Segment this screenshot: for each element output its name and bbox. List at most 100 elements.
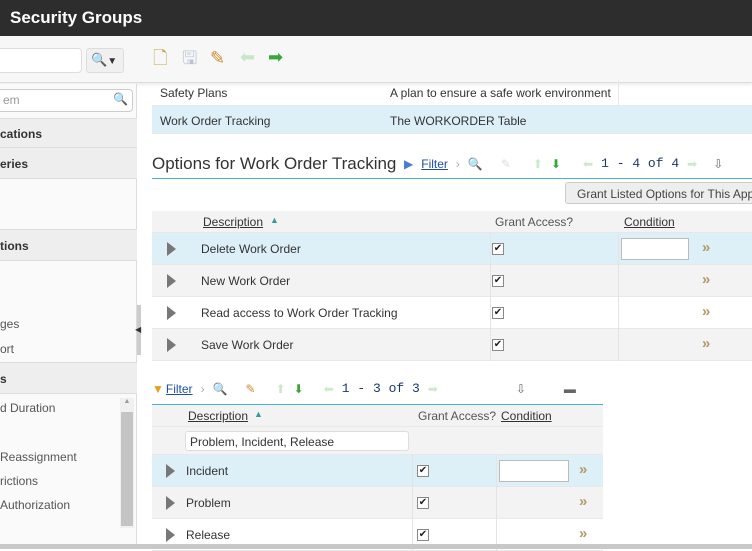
filter-toggle-icon[interactable]: ▼ [152,382,164,396]
grant-access-checkbox[interactable]: ✔ [492,275,504,287]
grant-access-checkbox[interactable]: ✔ [492,339,504,351]
arrow-down-icon[interactable]: ⬇ [294,382,304,396]
option-description: Delete Work Order [201,242,301,256]
sidebar-section[interactable]: eries [0,147,137,179]
horizontal-scrollbar[interactable] [0,544,752,549]
grant-access-checkbox[interactable]: ✔ [417,529,429,541]
description-header[interactable]: Description [203,215,263,229]
expand-row-icon[interactable] [166,464,175,478]
sidebar-item[interactable]: Authorization [0,498,70,512]
chevron-right-icon: › [455,156,460,171]
grant-access-checkbox[interactable]: ✔ [492,307,504,319]
sidebar-item[interactable]: rictions [0,474,38,488]
sidebar-collapse-handle[interactable]: ◀ [135,305,142,355]
expand-row-icon[interactable] [167,338,176,352]
app-description: The WORKORDER Table [390,114,527,128]
save-icon[interactable]: 🖫 [182,48,197,68]
table-row[interactable]: New Work Order ✔ » [152,265,752,297]
option-description: Incident [186,464,229,478]
condition-lookup-icon[interactable]: » [702,271,710,288]
sidebar-item[interactable]: Reassignment [0,450,77,464]
description-header[interactable]: Description [188,409,248,423]
sidebar-item[interactable]: ort [0,342,14,356]
option-description: New Work Order [201,274,291,288]
clear-filter-icon[interactable]: ✎ [246,382,256,396]
collapse-icon: ◀ [135,325,142,334]
sidebar-item[interactable]: ges [0,317,19,331]
condition-lookup-icon[interactable]: » [702,239,710,256]
table-header: Description ▲ Grant Access? Condition [152,405,603,427]
table-row[interactable]: Problem ✔ » [152,487,603,519]
table-row[interactable]: Save Work Order ✔ » [152,329,752,361]
clear-icon[interactable]: ✎ [210,48,225,68]
grant-access-checkbox[interactable]: ✔ [417,497,429,509]
search-icon: 🔍 [91,52,108,67]
scroll-up-icon[interactable]: ▲ [120,398,134,405]
sidebar-section[interactable]: cations [0,118,137,148]
table-row[interactable]: Safety Plans A plan to ensure a safe wor… [152,80,752,106]
expand-row-icon[interactable] [166,528,175,542]
new-icon[interactable]: 🗋 [153,48,167,68]
arrow-down-icon[interactable]: ⬇ [551,157,561,171]
download-icon[interactable]: ⇩ [713,157,723,171]
grant-header: Grant Access? [418,409,497,423]
minimize-icon[interactable]: ▬ [564,382,576,396]
condition-lookup-icon[interactable]: » [579,461,587,478]
sidebar-scrollbar[interactable]: ▲ [120,398,134,528]
chevron-down-icon: ▼ [107,56,118,67]
sidebar-item[interactable]: d Duration [0,401,55,415]
grant-access-checkbox[interactable]: ✔ [417,465,429,477]
condition-input[interactable] [621,238,689,260]
next-page-icon[interactable]: ➡ [687,157,697,171]
scrollbar-thumb[interactable] [121,412,133,526]
previous-icon[interactable]: ⬅ [240,47,255,67]
expand-row-icon[interactable] [166,496,175,510]
sort-ascending-icon[interactable]: ▲ [254,409,263,419]
search-icon[interactable]: 🔍 [213,382,228,396]
arrow-up-icon[interactable]: ⬆ [276,382,286,396]
option-description: Release [186,528,231,542]
table-row-selected[interactable]: Work Order Tracking The WORKORDER Table [152,106,752,134]
search-dropdown-button[interactable]: 🔍▼ [86,48,124,73]
sigoption-table-toolbar: ▼ Filter › 🔍 ✎ ⬆ ⬇ ⬅ 1 - 3 of 3 ➡ ⇩ ▬ [152,381,603,396]
filter-link[interactable]: Filter [166,382,193,396]
condition-lookup-icon[interactable]: » [579,493,587,510]
filter-toggle-icon[interactable]: ▶ [404,157,413,171]
search-icon[interactable]: 🔍 [468,157,483,171]
filter-link[interactable]: Filter [421,157,448,171]
previous-page-icon[interactable]: ⬅ [324,382,334,396]
previous-page-icon[interactable]: ⬅ [583,157,593,171]
condition-lookup-icon[interactable]: » [579,525,587,542]
option-description: Problem [186,496,231,510]
condition-lookup-icon[interactable]: » [702,303,710,320]
sidebar-section[interactable]: tions [0,229,137,261]
grant-access-checkbox[interactable]: ✔ [492,243,504,255]
next-icon[interactable]: ➡ [268,47,283,67]
grant-listed-options-button[interactable]: Grant Listed Options for This Applica [565,182,752,204]
condition-header[interactable]: Condition [624,215,675,229]
table-row[interactable]: Read access to Work Order Tracking ✔ » [152,297,752,329]
expand-row-icon[interactable] [167,306,176,320]
chevron-right-icon: › [200,381,205,396]
condition-header[interactable]: Condition [501,409,552,423]
record-search-input[interactable] [0,48,82,73]
app-title: Security Groups [10,8,143,27]
sidebar-search-input[interactable]: em 🔍 [0,89,133,112]
section-heading: Options for Work Order Tracking [152,154,397,173]
expand-row-icon[interactable] [167,274,176,288]
sort-ascending-icon[interactable]: ▲ [270,215,279,225]
description-filter-input[interactable]: Problem, Incident, Release [185,431,409,451]
download-icon[interactable]: ⇩ [516,382,526,396]
clear-filter-icon[interactable]: ✎ [501,157,511,171]
next-page-icon[interactable]: ➡ [428,382,438,396]
condition-lookup-icon[interactable]: » [702,335,710,352]
table-row[interactable]: Incident ✔ » [152,455,603,487]
expand-row-icon[interactable] [167,242,176,256]
option-description: Read access to Work Order Tracking [201,306,398,320]
sidebar-section[interactable]: s [0,362,137,394]
search-icon[interactable]: 🔍 [113,92,128,106]
arrow-up-icon[interactable]: ⬆ [533,157,543,171]
table-row[interactable]: Delete Work Order ✔ » [152,233,752,265]
pager-text: 1 - 3 of 3 [341,381,420,396]
condition-input[interactable] [499,460,569,482]
